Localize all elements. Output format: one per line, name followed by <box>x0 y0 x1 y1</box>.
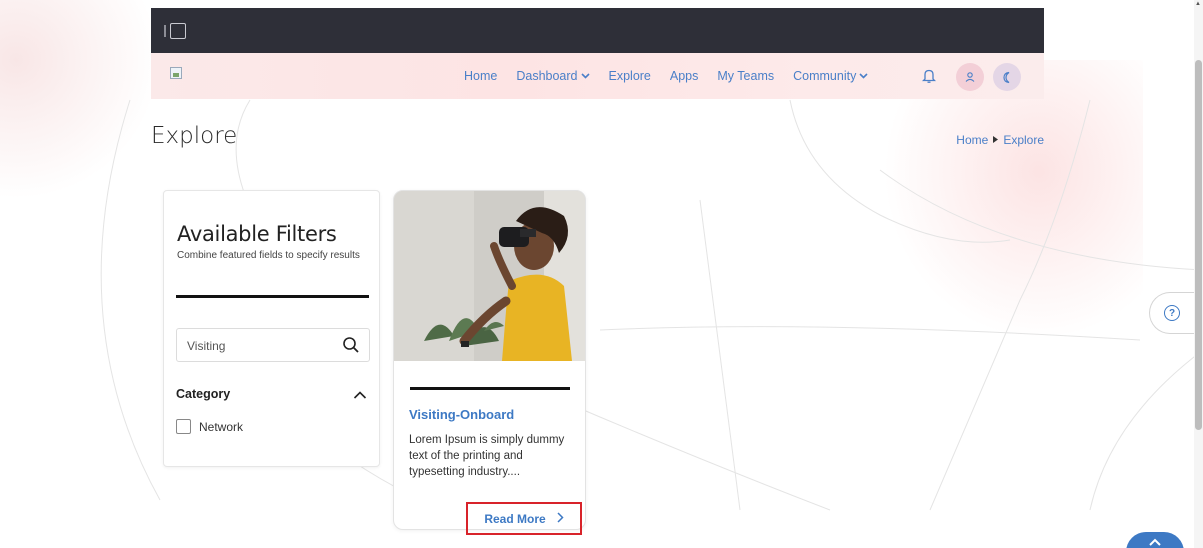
nav-item-community[interactable]: Community <box>793 69 868 83</box>
chevron-down-icon <box>859 71 868 81</box>
scrollbar[interactable]: ▲ <box>1194 0 1203 548</box>
filters-divider <box>176 295 369 298</box>
network-checkbox[interactable] <box>176 419 191 434</box>
bell-icon[interactable] <box>920 66 938 86</box>
chevron-down-icon <box>580 71 590 81</box>
moon-icon[interactable] <box>993 63 1021 91</box>
chevron-right-icon <box>557 511 564 526</box>
network-checkbox-label: Network <box>199 419 244 434</box>
breadcrumb-explore[interactable]: Explore <box>1003 133 1044 147</box>
category-option-network[interactable]: Network <box>176 419 243 434</box>
nav-menu: Home Dashboard Explore Apps My Teams Com… <box>464 53 887 99</box>
card-divider <box>410 387 570 390</box>
category-label: Category <box>176 387 231 401</box>
read-more-label: Read More <box>484 511 546 526</box>
read-more-button[interactable]: Read More <box>466 502 582 535</box>
scroll-up-icon[interactable]: ▲ <box>1195 1 1201 7</box>
nav-item-dashboard[interactable]: Dashboard <box>516 69 590 83</box>
navbar: Home Dashboard Explore Apps My Teams Com… <box>151 53 1044 99</box>
broken-logo-icon[interactable] <box>170 67 182 79</box>
search-box <box>176 328 370 362</box>
filters-subtitle: Combine featured fields to specify resul… <box>177 250 360 261</box>
search-input[interactable] <box>187 337 327 355</box>
filters-panel: Available Filters Combine featured field… <box>163 190 380 467</box>
breadcrumb-home[interactable]: Home <box>956 133 988 147</box>
scrollbar-thumb[interactable] <box>1195 60 1202 430</box>
top-bar <box>151 8 1044 53</box>
nav-item-apps[interactable]: Apps <box>670 69 699 83</box>
card-image <box>394 191 585 361</box>
arrow-up-icon <box>1149 538 1161 546</box>
nav-item-explore[interactable]: Explore <box>609 69 651 83</box>
nav-item-home[interactable]: Home <box>464 69 497 83</box>
user-icon[interactable] <box>956 63 984 91</box>
chevron-up-icon[interactable] <box>353 387 367 399</box>
caret-right-icon <box>993 135 999 145</box>
nav-item-my-teams[interactable]: My Teams <box>717 69 774 83</box>
card-title[interactable]: Visiting-Onboard <box>409 407 514 422</box>
search-icon[interactable] <box>342 336 360 354</box>
explore-card[interactable]: Visiting-Onboard Lorem Ipsum is simply d… <box>393 190 586 530</box>
question-icon: ? <box>1164 305 1180 321</box>
sidebar-toggle-icon[interactable] <box>164 23 186 39</box>
filters-title: Available Filters <box>177 222 337 246</box>
page-title: Explore <box>151 123 238 149</box>
breadcrumb: Home Explore <box>956 133 1044 147</box>
card-description: Lorem Ipsum is simply dummy text of the … <box>409 434 565 478</box>
